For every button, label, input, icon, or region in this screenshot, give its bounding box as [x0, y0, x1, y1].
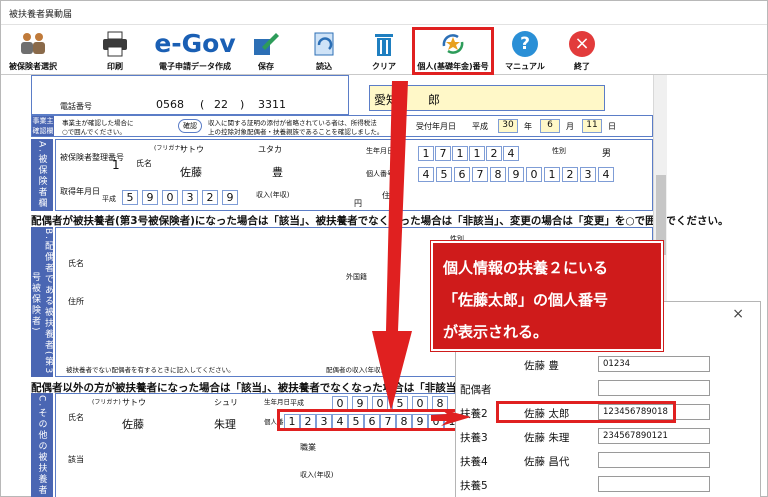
callout-line-3: が表示される。: [443, 323, 549, 341]
app-window: 被扶養者異動届 被保険者選択 印刷 e-Gov 電子申請データ作成 保存 読込 …: [0, 0, 768, 497]
explanation-callout: 個人情報の扶養２にいる 「佐藤太郎」の個人番号 が表示される。: [431, 241, 663, 351]
callout-line-2: 「佐藤太郎」の個人番号: [443, 291, 609, 309]
arrow-left: [431, 409, 471, 426]
callout-line-1: 個人情報の扶養２にいる: [443, 259, 609, 277]
arrow-down: [372, 81, 412, 411]
